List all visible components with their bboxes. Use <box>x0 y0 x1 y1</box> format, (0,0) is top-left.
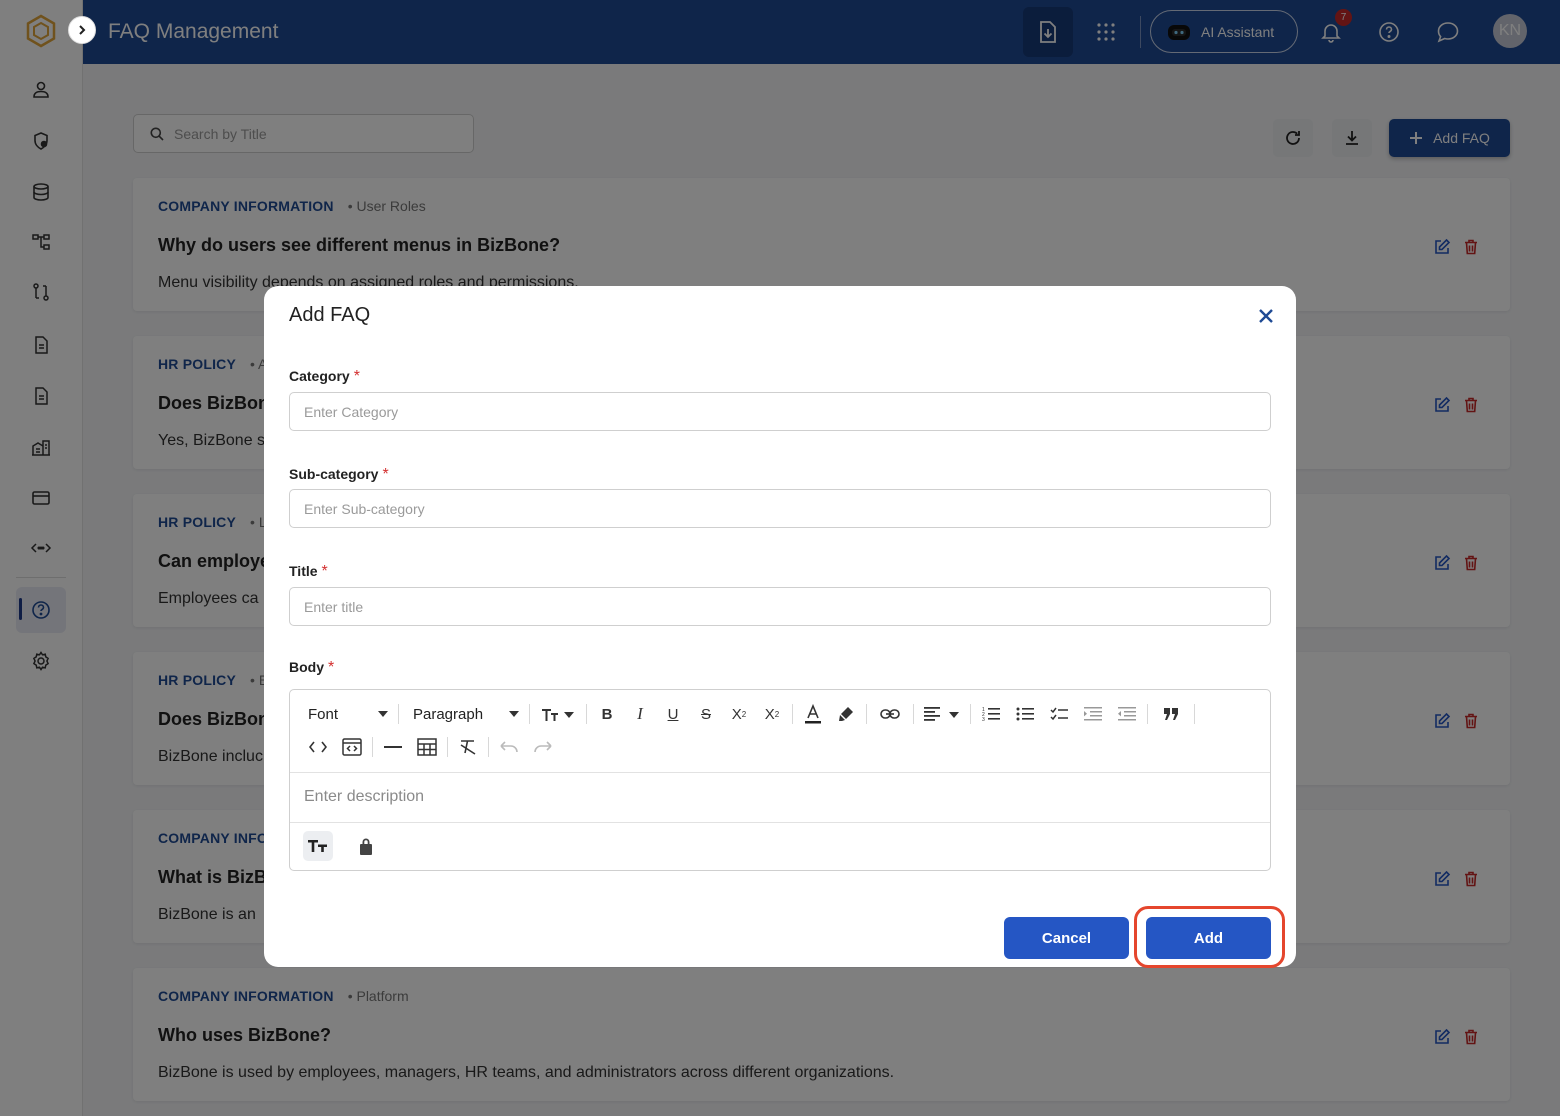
strikethrough-icon[interactable]: S <box>692 700 720 728</box>
close-icon[interactable] <box>1254 304 1278 328</box>
svg-text:3: 3 <box>982 717 985 722</box>
underline-icon[interactable]: U <box>659 700 687 728</box>
bold-icon[interactable]: B <box>593 700 621 728</box>
subscript-icon[interactable]: X2 <box>725 700 753 728</box>
caret-down-icon <box>509 711 519 717</box>
collapse-sidebar-button[interactable] <box>68 16 96 44</box>
bullet-list-icon[interactable] <box>1011 700 1039 728</box>
required-mark: * <box>353 368 360 385</box>
link-icon[interactable] <box>873 700 907 728</box>
dialog-title: Add FAQ <box>289 304 371 326</box>
font-select[interactable]: Font <box>290 706 392 723</box>
rich-text-editor: Font Paragraph B I U S X2 X2 123 Enter d… <box>289 689 1271 871</box>
required-mark: * <box>321 563 328 580</box>
code-icon[interactable] <box>304 733 332 761</box>
caret-down-icon <box>378 711 388 717</box>
blockquote-icon[interactable] <box>1154 700 1188 728</box>
category-input[interactable] <box>289 392 1271 431</box>
superscript-icon[interactable]: X2 <box>758 700 786 728</box>
horizontal-rule-icon[interactable] <box>379 733 407 761</box>
subcategory-label: Sub-category * <box>289 466 389 483</box>
italic-icon[interactable]: I <box>626 700 654 728</box>
paragraph-select[interactable]: Paragraph <box>405 706 523 723</box>
code-block-icon[interactable] <box>338 733 366 761</box>
category-label: Category * <box>289 368 360 385</box>
numbered-list-icon[interactable]: 123 <box>977 700 1005 728</box>
indent-icon[interactable] <box>1079 700 1107 728</box>
body-editor-input[interactable]: Enter description <box>304 788 424 806</box>
body-label: Body * <box>289 659 335 676</box>
lock-icon[interactable] <box>351 831 381 861</box>
editor-divider <box>290 772 1270 773</box>
align-left-icon[interactable] <box>920 700 964 728</box>
add-faq-dialog: Add FAQ Category* Sub-category* Title* B… <box>264 286 1296 967</box>
editor-divider <box>290 822 1270 823</box>
table-icon[interactable] <box>413 733 441 761</box>
highlight-icon[interactable] <box>832 700 860 728</box>
title-input[interactable] <box>289 587 1271 626</box>
clear-format-icon[interactable] <box>454 733 482 761</box>
cancel-button[interactable]: Cancel <box>1004 917 1129 959</box>
required-mark: * <box>382 466 389 483</box>
required-mark: * <box>328 659 335 676</box>
editor-toolbar-row-1: Font Paragraph B I U S X2 X2 123 <box>290 699 1201 729</box>
editor-toolbar-row-2 <box>304 732 557 762</box>
chevron-right-icon <box>79 25 86 35</box>
subcategory-input[interactable] <box>289 489 1271 528</box>
text-size-icon[interactable] <box>303 831 333 861</box>
title-label: Title * <box>289 563 328 580</box>
undo-icon[interactable] <box>495 733 523 761</box>
checklist-icon[interactable] <box>1045 700 1073 728</box>
add-button-highlight <box>1134 906 1285 968</box>
text-color-icon[interactable] <box>799 700 827 728</box>
outdent-icon[interactable] <box>1113 700 1141 728</box>
redo-icon[interactable] <box>529 733 557 761</box>
font-size-icon[interactable] <box>536 700 580 728</box>
